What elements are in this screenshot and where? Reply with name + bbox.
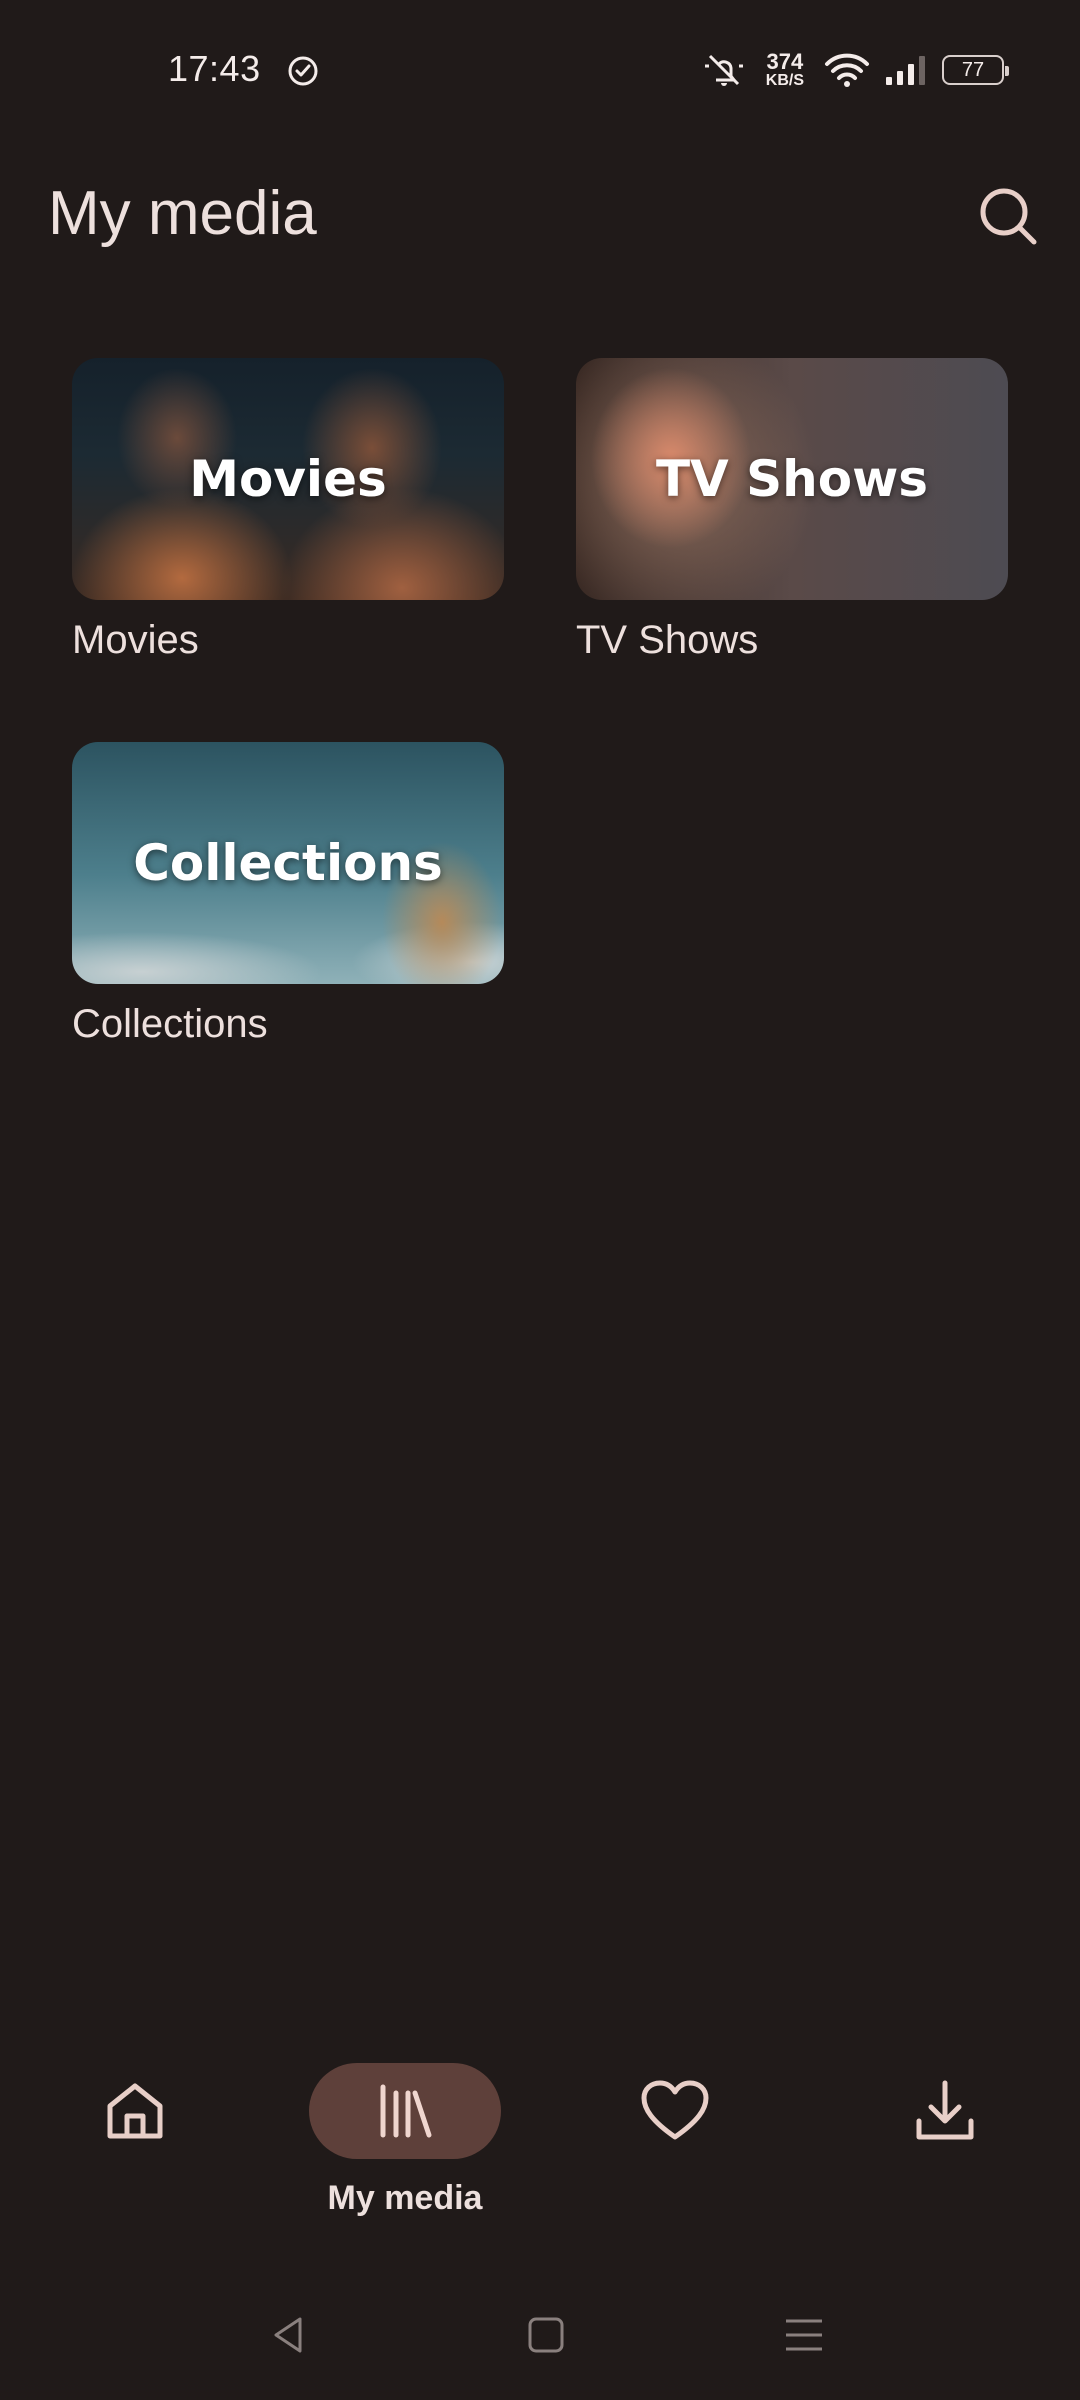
system-recents-button[interactable]	[774, 2310, 834, 2360]
library-icon	[380, 2084, 432, 2138]
signal-icon	[886, 56, 925, 85]
library-label: TV Shows	[576, 618, 759, 662]
status-icons: 374 KB/S 77	[702, 48, 1009, 92]
square-icon	[528, 2317, 564, 2353]
library-label: Collections	[72, 1002, 268, 1046]
library-thumbnail-title: Movies	[189, 450, 387, 508]
wifi-icon	[825, 53, 869, 87]
nav-downloads[interactable]	[810, 2040, 1080, 2240]
library-thumbnail[interactable]: Movies	[72, 358, 504, 600]
mute-icon	[704, 54, 743, 86]
nav-favorites-pill[interactable]	[579, 2063, 771, 2159]
check-circle-icon	[288, 56, 318, 86]
nav-favorites[interactable]	[540, 2040, 810, 2240]
nav-my-media-pill[interactable]	[309, 2063, 501, 2159]
net-speed-value: 374	[766, 49, 804, 74]
download-icon	[916, 2080, 974, 2140]
status-time: 17:43	[168, 48, 261, 89]
library-thumbnail[interactable]: Collections	[72, 742, 504, 984]
battery-icon: 77	[942, 55, 1009, 85]
heart-icon	[641, 2080, 709, 2140]
page-title: My media	[48, 179, 317, 248]
library-card-movies[interactable]: Movies Movies	[72, 358, 504, 663]
nav-home[interactable]	[0, 2040, 270, 2240]
menu-icon	[786, 2319, 822, 2351]
screen: 17:43 374 KB/S 77 My media Movies Movies…	[0, 0, 1080, 2400]
battery-level: 77	[961, 58, 985, 81]
system-back-button[interactable]	[258, 2310, 318, 2360]
library-thumbnail-title: TV Shows	[655, 450, 929, 508]
status-bar: 17:43 374 KB/S 77	[0, 0, 1080, 140]
home-icon	[107, 2083, 163, 2139]
library-card-collections[interactable]: Collections Collections	[72, 742, 504, 1047]
nav-downloads-pill[interactable]	[849, 2063, 1041, 2159]
library-thumbnail-title: Collections	[133, 834, 443, 892]
net-speed-unit: KB/S	[765, 72, 804, 89]
nav-home-pill[interactable]	[39, 2063, 231, 2159]
back-icon	[274, 2317, 302, 2353]
nav-my-media-label: My media	[327, 2179, 483, 2217]
system-home-button[interactable]	[516, 2310, 576, 2360]
nav-my-media[interactable]: My media	[270, 2040, 540, 2240]
library-card-tv-shows[interactable]: TV Shows TV Shows	[576, 358, 1008, 663]
net-speed: 374 KB/S	[766, 51, 804, 89]
search-icon	[980, 188, 1037, 245]
system-nav-bar	[0, 2290, 1080, 2380]
library-label: Movies	[72, 618, 199, 662]
library-thumbnail[interactable]: TV Shows	[576, 358, 1008, 600]
bottom-nav: My media	[0, 2040, 1080, 2240]
search-button[interactable]	[970, 178, 1046, 254]
